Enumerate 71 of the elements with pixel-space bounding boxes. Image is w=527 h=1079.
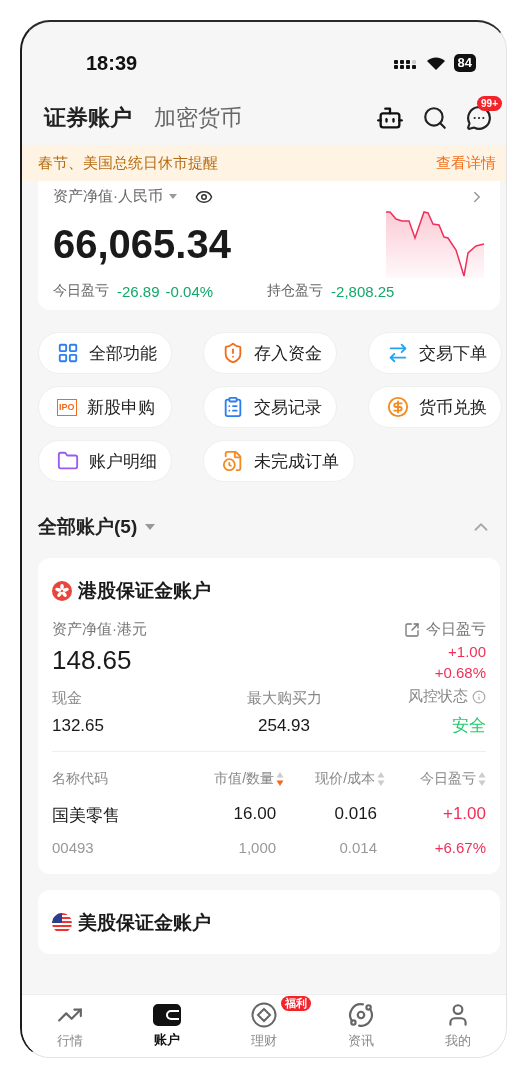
grid-icon (57, 342, 79, 364)
search-icon[interactable] (422, 104, 448, 131)
folder-icon (57, 450, 79, 472)
net-value-label: 资产净值·港元 (52, 620, 147, 639)
stat-value: 安全 (452, 715, 486, 737)
shortcut-button[interactable]: 未完成订单 (203, 440, 355, 482)
caret-icon (169, 193, 177, 200)
today-pl-label: 今日盈亏 (426, 620, 486, 639)
nav-tab[interactable]: 资讯 (312, 995, 410, 1057)
flag-icon (52, 581, 72, 601)
battery-icon: 84 (453, 54, 476, 72)
wallet-icon (153, 1003, 182, 1027)
message-badge: 99+ (477, 95, 502, 111)
nav-tab[interactable]: 行情 (22, 995, 119, 1057)
clipboard-icon (222, 396, 244, 418)
stat-label: 现金 (52, 688, 82, 708)
account-title: 美股保证金账户 (78, 911, 211, 935)
quantity: 1,000 (237, 839, 277, 856)
cost-price: 0.014 (338, 839, 378, 856)
position-pl-value: -2,808.25 (331, 282, 395, 300)
today-pl-value: +1.00 (448, 643, 486, 660)
today-pl-value: +1.00 (441, 804, 486, 825)
current-price: 0.016 (333, 804, 378, 825)
today-pl-percent: -0.04% (165, 282, 214, 300)
stat-label: 最大购买力 (246, 688, 322, 708)
account-title: 港股保证金账户 (78, 579, 211, 603)
shortcut-button[interactable]: 全部功能 (38, 332, 172, 374)
ipo-icon: IPO (57, 398, 77, 416)
shortcut-button[interactable]: 交易下单 (368, 332, 502, 374)
today-pl-value: -26.89 (117, 282, 160, 300)
shortcut-button[interactable]: 货币兑换 (368, 386, 502, 428)
coin-icon (251, 1002, 277, 1028)
accounts-title: 全部账户(5) (38, 515, 138, 539)
info-icon[interactable] (472, 689, 486, 704)
order-icon (222, 450, 244, 472)
today-pl-percent: +0.68% (434, 664, 486, 681)
nav-tab[interactable]: 我的 (409, 995, 506, 1057)
dollar-icon (387, 396, 409, 418)
today-pl-percent: +6.67% (433, 839, 486, 856)
net-asset-value: 66,065.34 (53, 221, 231, 267)
shortcut-button[interactable]: IPO 新股申购 (38, 386, 172, 428)
account-tab[interactable]: 加密货币 (154, 102, 242, 133)
stat-value: 254.93 (258, 715, 310, 736)
notice-text: 春节、美国总统日休市提醒 (38, 153, 218, 173)
stock-name: 国美零售 (52, 805, 121, 827)
flag-icon (52, 913, 72, 933)
net-value: 148.65 (52, 645, 132, 676)
nav-tab[interactable]: 账户 (118, 995, 216, 1057)
promo-badge: 福利 (281, 996, 311, 1011)
shortcut-button[interactable]: 存入资金 (203, 332, 337, 374)
caret-icon[interactable] (145, 523, 156, 531)
transfer-icon (387, 342, 409, 364)
shortcut-button[interactable]: 账户明细 (38, 440, 172, 482)
column-header: 名称代码 (52, 770, 109, 788)
stat-label: 风控状态 (408, 687, 468, 706)
account-tab[interactable]: 证券账户 (44, 102, 132, 133)
shortcut-button[interactable]: 交易记录 (203, 386, 337, 428)
assets-label: 资产净值·人民币 (53, 187, 163, 206)
stock-code: 00493 (52, 839, 95, 856)
column-header[interactable]: 现价/成本 (284, 770, 386, 788)
stat-value: 132.65 (52, 715, 104, 736)
column-header[interactable]: 今日盈亏 (385, 770, 486, 788)
wifi-icon (425, 55, 446, 71)
planet-icon (347, 1002, 374, 1028)
column-header[interactable]: 市值/数量 (183, 770, 285, 788)
position-pl-label: 持仓盈亏 (267, 282, 324, 300)
market-value: 16.00 (232, 804, 277, 825)
share-icon[interactable] (404, 621, 420, 638)
nav-tab[interactable]: 福利 理财 (215, 995, 313, 1057)
today-pl-label: 今日盈亏 (53, 282, 109, 300)
status-time: 18:39 (86, 51, 138, 75)
